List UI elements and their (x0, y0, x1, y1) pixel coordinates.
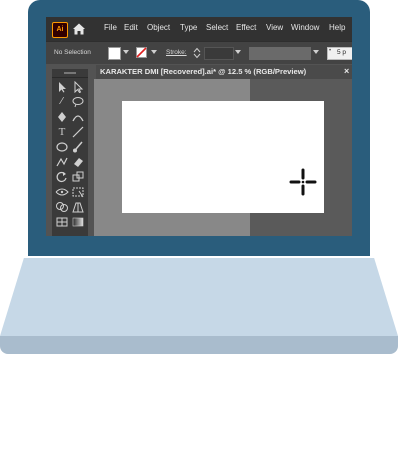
menu-help[interactable]: Help (329, 23, 345, 32)
close-icon[interactable]: × (344, 66, 349, 76)
panel-grip[interactable] (64, 72, 76, 74)
ellipse-icon[interactable] (55, 141, 69, 153)
laptop-screen: Ai File Edit Object Type Select Effect V… (46, 17, 352, 236)
stroke-weight-dropdown-icon[interactable] (235, 50, 241, 54)
direct-selection-icon[interactable] (71, 81, 85, 93)
line-icon[interactable] (71, 126, 85, 138)
free-transform-icon[interactable] (71, 186, 85, 198)
menu-bar: Ai File Edit Object Type Select Effect V… (46, 17, 352, 41)
document-tab[interactable]: KARAKTER DMI [Recovered].ai* @ 12.5 % (R… (96, 65, 352, 79)
laptop-keyboard-deck (0, 258, 398, 336)
artboard[interactable] (122, 101, 324, 213)
panel-divider (52, 77, 88, 78)
menu-edit[interactable]: Edit (124, 23, 138, 32)
pen-icon[interactable] (55, 111, 69, 123)
document-tab-title: KARAKTER DMI [Recovered].ai* @ 12.5 % (R… (100, 67, 307, 76)
width-icon[interactable] (55, 186, 69, 198)
brush-dot-icon: • (329, 48, 332, 54)
control-bar: No Selection Stroke: 5 p • (46, 41, 352, 64)
fill-dropdown-icon[interactable] (123, 50, 129, 54)
stroke-weight-field[interactable] (204, 47, 234, 60)
illustrator-logo: Ai (52, 22, 68, 38)
canvas-area[interactable] (94, 79, 352, 236)
gradient-icon[interactable] (71, 216, 85, 228)
menu-select[interactable]: Select (206, 23, 228, 32)
laptop-front-edge (0, 336, 398, 354)
type-icon[interactable]: T (55, 126, 69, 138)
tools-panel: ⁄ T (52, 69, 88, 236)
paintbrush-icon[interactable] (71, 141, 85, 153)
scale-icon[interactable] (71, 171, 85, 183)
variable-width-profile[interactable] (249, 47, 311, 60)
mesh-icon[interactable] (55, 216, 69, 228)
stroke-none-swatch[interactable] (136, 47, 147, 58)
shape-builder-icon[interactable] (55, 201, 69, 213)
magic-wand-icon[interactable]: ⁄ (55, 96, 69, 108)
eraser-icon[interactable] (71, 156, 85, 168)
home-icon[interactable] (72, 22, 86, 36)
crosshair-cursor-icon (289, 168, 317, 196)
brush-size-label: 5 p (337, 49, 347, 56)
stroke-label[interactable]: Stroke: (166, 49, 187, 56)
rotate-icon[interactable] (55, 171, 69, 183)
menu-window[interactable]: Window (291, 23, 319, 32)
fill-swatch[interactable] (108, 47, 121, 60)
lasso-icon[interactable] (71, 96, 85, 108)
stroke-weight-stepper-icon[interactable] (193, 47, 201, 59)
menu-type[interactable]: Type (180, 23, 197, 32)
menu-object[interactable]: Object (147, 23, 170, 32)
stroke-dropdown-icon[interactable] (151, 50, 157, 54)
menu-view[interactable]: View (266, 23, 283, 32)
menu-effect[interactable]: Effect (236, 23, 256, 32)
selection-tool-icon[interactable] (55, 81, 69, 93)
menu-file[interactable]: File (104, 23, 117, 32)
perspective-icon[interactable] (71, 201, 85, 213)
selection-status: No Selection (54, 49, 91, 56)
curvature-icon[interactable] (71, 111, 85, 123)
profile-dropdown-icon[interactable] (313, 50, 319, 54)
shaper-icon[interactable] (55, 156, 69, 168)
